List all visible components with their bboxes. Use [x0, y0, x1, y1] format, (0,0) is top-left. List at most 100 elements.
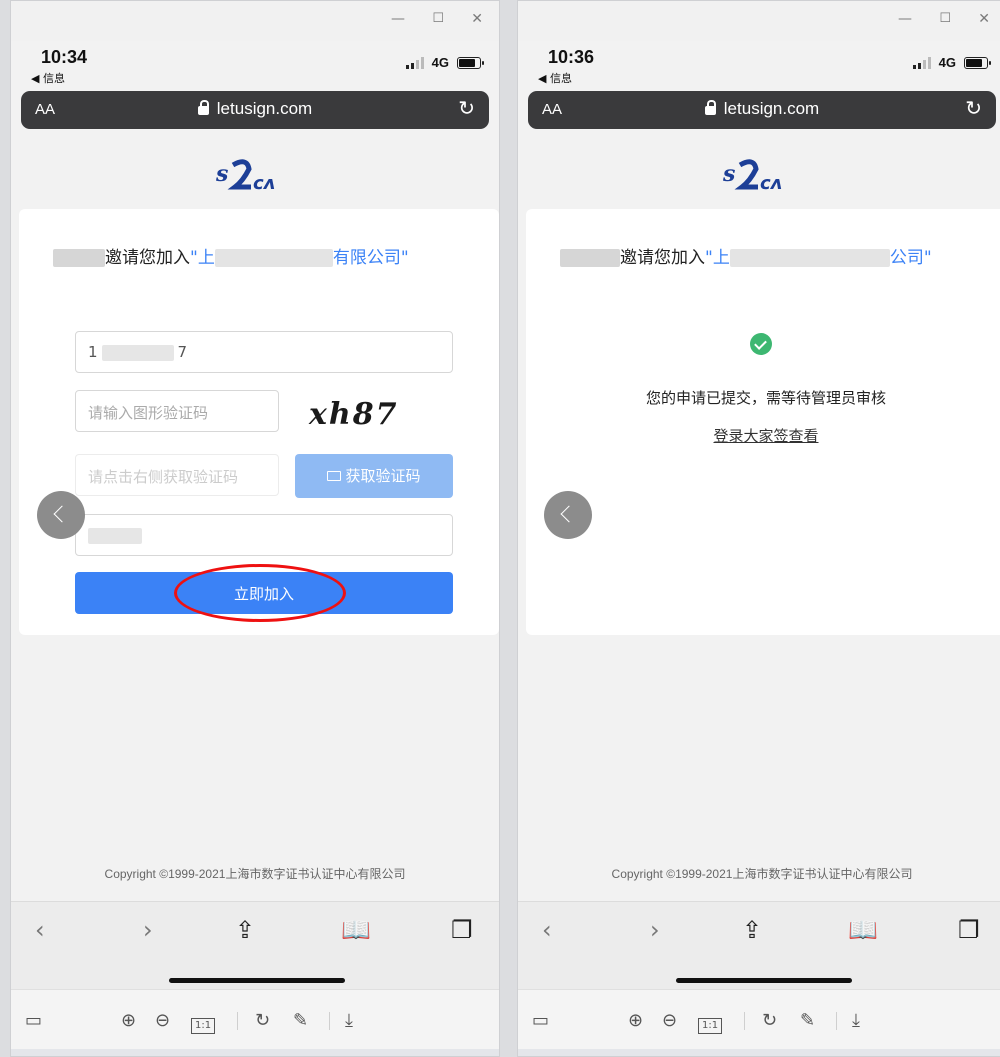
status-indicators: 4G: [405, 55, 484, 70]
image-viewer-toolbar: ▭ ⊕ ⊖ 1:1 ↻ ✎ ⤓: [11, 989, 499, 1049]
image-viewer-toolbar: ▭ ⊕ ⊖ 1:1 ↻ ✎ ⤓: [518, 989, 1000, 1049]
browser-toolbar: ‹ › ⇪ 📖 ❐: [518, 901, 1000, 989]
url-display[interactable]: letusign.com: [528, 99, 996, 119]
browser-address-bar[interactable]: AA letusign.com ↻: [21, 91, 489, 129]
phone-input[interactable]: 17: [75, 331, 453, 373]
actual-size-button[interactable]: 1:1: [191, 1012, 216, 1034]
name-input[interactable]: [75, 514, 453, 556]
chevron-right-icon[interactable]: ›: [650, 916, 660, 944]
thumbnail-icon[interactable]: ▭: [25, 1010, 42, 1031]
svg-text:cʌ: cʌ: [253, 173, 275, 194]
captcha-image[interactable]: xh87: [309, 397, 398, 432]
network-type: 4G: [938, 55, 956, 70]
invite-card: 邀请您加入"上 有限公司" 17 请输入图形验证码 xh87 请点击右侧获取验证码…: [19, 209, 499, 635]
redacted-inviter: [560, 249, 620, 267]
redacted-inviter: [53, 249, 105, 267]
sms-code-input[interactable]: 请点击右侧获取验证码: [75, 454, 279, 496]
zoom-in-icon[interactable]: ⊕: [628, 1010, 643, 1031]
signal-icon: [405, 56, 424, 69]
redacted-company: [729, 249, 890, 267]
captcha-placeholder: 请输入图形验证码: [88, 404, 209, 422]
copyright-text: Copyright ©1999-2021上海市数字证书认证中心有限公司: [104, 867, 406, 881]
book-icon[interactable]: 📖: [848, 916, 878, 944]
right-screenshot-pane: — ☐ ✕ 10:36 ◀ 信息 4G AA letusign.com ↻ s …: [517, 0, 1000, 1057]
tabs-icon[interactable]: ❐: [958, 916, 980, 944]
window-title-bar: — ☐ ✕: [518, 1, 1000, 41]
zoom-in-icon[interactable]: ⊕: [121, 1010, 136, 1031]
left-screenshot-pane: — ☐ ✕ 10:34 ◀ 信息 4G AA letusign.com ↻ s …: [10, 0, 500, 1057]
logo-graphic: s cʌ: [722, 159, 782, 194]
chevron-left-icon[interactable]: ‹: [35, 916, 45, 944]
book-icon[interactable]: 📖: [341, 916, 371, 944]
maximize-icon[interactable]: ☐: [432, 11, 444, 26]
battery-icon: [964, 56, 991, 69]
zoom-out-icon[interactable]: ⊖: [662, 1010, 677, 1031]
home-indicator: [169, 978, 345, 983]
bottom-strip: [518, 1049, 1000, 1056]
download-icon[interactable]: ⤓: [852, 1010, 860, 1031]
company-prefix: "上: [705, 248, 730, 268]
tabs-icon[interactable]: ❐: [451, 916, 473, 944]
success-check-icon: [750, 333, 772, 355]
sms-placeholder: 请点击右侧获取验证码: [88, 468, 239, 486]
thumbnail-icon[interactable]: ▭: [532, 1010, 549, 1031]
phone-prefix: 1: [88, 343, 98, 361]
floating-back-button[interactable]: [544, 491, 592, 539]
maximize-icon[interactable]: ☐: [939, 11, 951, 26]
submission-message: 您的申请已提交，需等待管理员审核: [645, 389, 886, 407]
highlight-annotation: [174, 564, 346, 622]
lock-icon: [197, 100, 209, 115]
login-link[interactable]: 登录大家签查看: [526, 425, 1000, 446]
invite-text: 邀请您加入: [105, 248, 190, 268]
pencil-icon[interactable]: ✎: [293, 1010, 308, 1031]
minimize-icon[interactable]: —: [391, 11, 405, 27]
actual-size-label: 1:1: [698, 1018, 723, 1034]
lock-icon: [704, 100, 716, 115]
rotate-icon[interactable]: ↻: [762, 1010, 777, 1031]
sheca-logo: s cʌ: [518, 151, 1000, 201]
share-icon[interactable]: ⇪: [742, 916, 762, 944]
pencil-icon[interactable]: ✎: [800, 1010, 815, 1031]
close-icon[interactable]: ✕: [978, 11, 990, 27]
minimize-icon[interactable]: —: [898, 11, 912, 27]
zoom-out-icon[interactable]: ⊖: [155, 1010, 170, 1031]
url-display[interactable]: letusign.com: [21, 99, 489, 119]
close-icon[interactable]: ✕: [471, 11, 483, 27]
captcha-input[interactable]: 请输入图形验证码: [75, 390, 279, 432]
invite-message: 邀请您加入"上 有限公司": [19, 243, 499, 268]
share-icon[interactable]: ⇪: [235, 916, 255, 944]
status-time: 10:36: [548, 47, 595, 67]
actual-size-label: 1:1: [191, 1018, 216, 1034]
phone-status-bar: 10:36 ◀ 信息 4G: [518, 41, 1000, 91]
svg-text:s: s: [215, 161, 228, 187]
actual-size-button[interactable]: 1:1: [698, 1012, 723, 1034]
logo-graphic: s cʌ: [215, 159, 275, 194]
toolbar-divider: [836, 1012, 837, 1030]
back-to-app-link[interactable]: ◀ 信息: [31, 70, 65, 86]
back-to-app-link[interactable]: ◀ 信息: [538, 70, 572, 86]
toolbar-divider: [329, 1012, 330, 1030]
browser-address-bar[interactable]: AA letusign.com ↻: [528, 91, 996, 129]
chevron-right-icon[interactable]: ›: [143, 916, 153, 944]
get-sms-code-button[interactable]: 获取验证码: [295, 454, 453, 498]
copyright-text: Copyright ©1999-2021上海市数字证书认证中心有限公司: [611, 867, 913, 881]
company-prefix: "上: [190, 248, 215, 268]
reload-icon[interactable]: ↻: [965, 96, 982, 120]
download-icon[interactable]: ⤓: [345, 1010, 353, 1031]
battery-level: [459, 58, 475, 67]
rotate-icon[interactable]: ↻: [255, 1010, 270, 1031]
invite-message: 邀请您加入"上 公司": [526, 243, 1000, 268]
bottom-strip: [11, 1049, 499, 1056]
network-type: 4G: [431, 55, 449, 70]
phone-suffix: 7: [177, 343, 188, 361]
phone-status-bar: 10:34 ◀ 信息 4G: [11, 41, 499, 91]
url-text: letusign.com: [216, 99, 313, 118]
chevron-left-icon[interactable]: ‹: [542, 916, 552, 944]
floating-back-button[interactable]: [37, 491, 85, 539]
battery-icon: [457, 56, 484, 69]
svg-text:s: s: [722, 161, 735, 187]
toolbar-divider: [237, 1012, 238, 1030]
reload-icon[interactable]: ↻: [458, 96, 475, 120]
status-indicators: 4G: [912, 55, 991, 70]
sheca-logo: s cʌ: [11, 151, 499, 201]
